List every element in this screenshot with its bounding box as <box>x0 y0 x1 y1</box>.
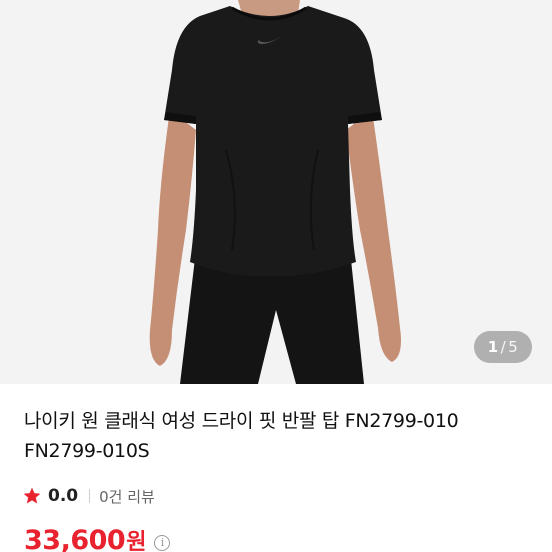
image-counter-total: 5 <box>508 338 519 356</box>
product-title-line1: 나이키 원 클래식 여성 드라이 핏 반팔 탑 FN2799-010 <box>24 410 459 432</box>
product-page: 1 / 5 나이키 원 클래식 여성 드라이 핏 반팔 탑 FN2799-010… <box>0 0 552 552</box>
product-info: 나이키 원 클래식 여성 드라이 핏 반팔 탑 FN2799-010 FN279… <box>0 384 552 552</box>
product-image <box>0 0 552 384</box>
rating-divider <box>89 489 91 503</box>
image-counter: 1 / 5 <box>474 331 532 363</box>
product-title: 나이키 원 클래식 여성 드라이 핏 반팔 탑 FN2799-010 FN279… <box>24 406 534 466</box>
info-icon[interactable]: i <box>154 534 171 551</box>
star-icon <box>22 486 42 506</box>
product-title-line2: FN2799-010S <box>24 440 150 462</box>
price-row: 33,600 원 i <box>24 524 171 552</box>
price-unit: 원 <box>126 530 147 552</box>
review-count-link[interactable]: 0건 리뷰 <box>99 486 155 507</box>
image-counter-separator: / <box>500 338 507 356</box>
product-image-carousel[interactable]: 1 / 5 <box>0 0 552 384</box>
price-amount: 33,600 <box>24 525 126 552</box>
rating-value: 0.0 <box>48 486 79 506</box>
image-counter-current: 1 <box>487 338 499 356</box>
rating-row[interactable]: 0.0 0건 리뷰 <box>22 484 155 508</box>
